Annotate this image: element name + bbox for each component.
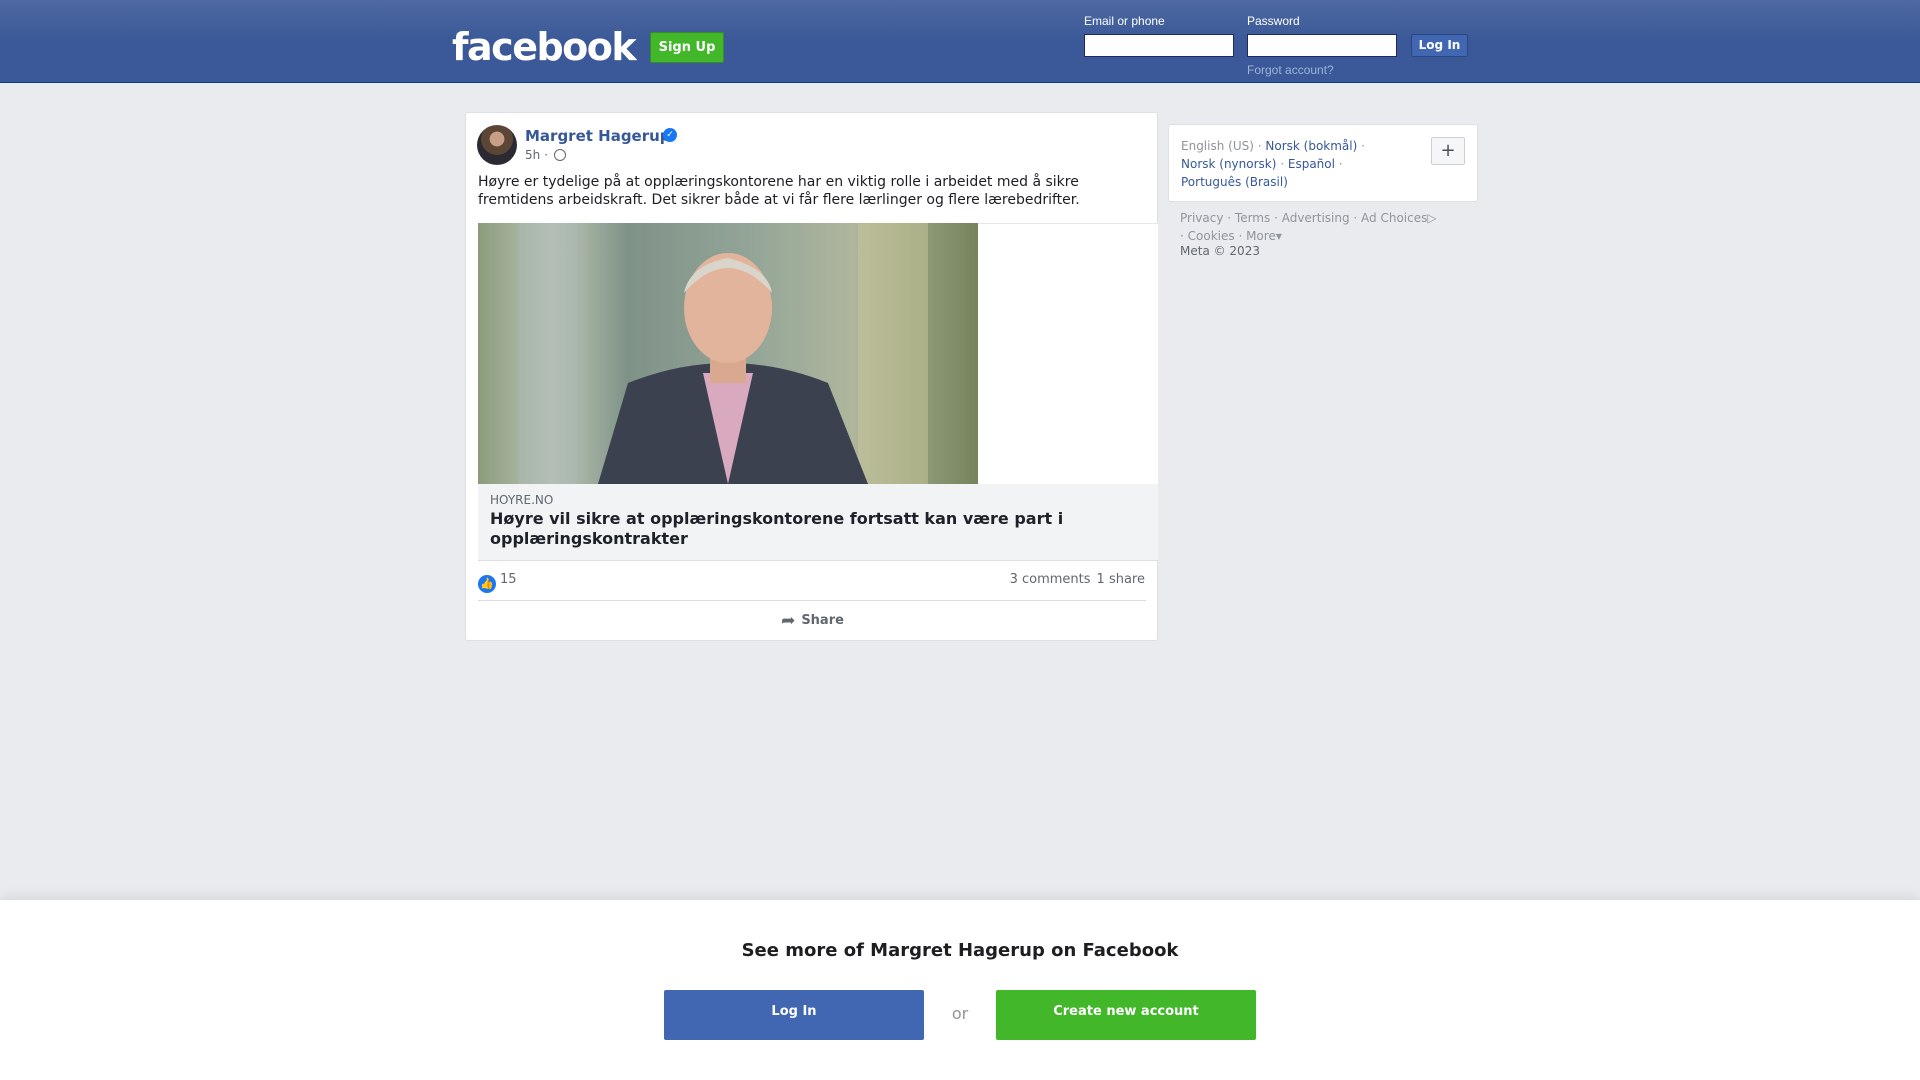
email-field[interactable] — [1084, 34, 1234, 57]
create-account-button[interactable]: Create new account — [996, 990, 1256, 1040]
copyright: Meta © 2023 — [1180, 244, 1260, 258]
language-link[interactable]: Español — [1288, 157, 1335, 171]
footer-link-cookies[interactable]: Cookies — [1188, 229, 1235, 243]
top-bar: facebook Sign Up Email or phone Password… — [0, 0, 1920, 83]
post-text: Høyre er tydelige på at opplæringskontor… — [478, 174, 1080, 208]
language-link[interactable]: Norsk (nynorsk) — [1181, 157, 1276, 171]
link-domain: HOYRE.NO — [490, 493, 554, 507]
share-button[interactable]: ➦ Share — [466, 601, 1159, 641]
facebook-logo[interactable]: facebook — [452, 24, 637, 70]
post-meta: 5h · — [525, 148, 566, 162]
portrait-photo — [478, 223, 978, 484]
verified-badge-icon: ✓ — [663, 128, 677, 142]
reaction-summary[interactable]: 👍 15 — [478, 572, 517, 593]
footer-links: Privacy · Terms · Advertising · Ad Choic… — [1180, 211, 1437, 243]
post-time[interactable]: 5h — [525, 148, 540, 162]
image-padding — [978, 223, 1158, 484]
link-title[interactable]: Høyre vil sikre at opplæringskontorene f… — [490, 509, 1130, 549]
post-card: Margret Hagerup ✓ 5h · Høyre er tydelige… — [465, 112, 1158, 641]
email-label: Email or phone — [1084, 14, 1165, 28]
footer-link-privacy[interactable]: Privacy — [1180, 211, 1223, 225]
language-box: English (US) · Norsk (bokmål) · Norsk (n… — [1168, 124, 1478, 202]
footer-link-more[interactable]: More — [1246, 229, 1276, 243]
language-link[interactable]: Português (Brasil) — [1181, 175, 1288, 189]
share-label: Share — [801, 613, 844, 628]
like-icon: 👍 — [478, 575, 496, 593]
language-list: English (US) · Norsk (bokmål) · Norsk (n… — [1181, 139, 1365, 189]
password-field[interactable] — [1247, 34, 1397, 57]
engagement-counts: 3 comments 1 share — [1010, 572, 1145, 587]
ad-choices-icon: ▷ — [1427, 211, 1437, 225]
shares-count[interactable]: 1 share — [1097, 572, 1145, 587]
forgot-account-link[interactable]: Forgot account? — [1247, 63, 1334, 77]
link-image[interactable] — [478, 223, 978, 484]
banner-or: or — [951, 1004, 969, 1023]
login-button[interactable]: Log In — [1411, 34, 1468, 57]
reaction-count: 15 — [500, 572, 517, 587]
post-author[interactable]: Margret Hagerup — [525, 127, 671, 145]
login-banner: See more of Margret Hagerup on Facebook … — [0, 900, 1920, 1080]
footer-link-ad-choices[interactable]: Ad Choices — [1361, 211, 1427, 225]
globe-icon — [553, 149, 566, 161]
footer-link-terms[interactable]: Terms — [1235, 211, 1270, 225]
footer-link-advertising[interactable]: Advertising — [1282, 211, 1350, 225]
banner-login-button[interactable]: Log In — [664, 990, 924, 1040]
comments-count[interactable]: 3 comments — [1010, 572, 1091, 587]
password-label: Password — [1247, 14, 1300, 28]
signup-button[interactable]: Sign Up — [650, 32, 724, 63]
banner-title: See more of Margret Hagerup on Facebook — [741, 940, 1179, 961]
language-link[interactable]: Norsk (bokmål) — [1265, 139, 1357, 153]
caret-down-icon: ▾ — [1275, 229, 1282, 243]
more-languages-button[interactable]: + — [1431, 137, 1465, 165]
link-preview[interactable]: HOYRE.NO Høyre vil sikre at opplæringsko… — [478, 484, 1158, 561]
share-icon: ➦ — [781, 611, 796, 631]
current-language: English (US) — [1181, 139, 1254, 153]
avatar[interactable] — [477, 125, 517, 165]
